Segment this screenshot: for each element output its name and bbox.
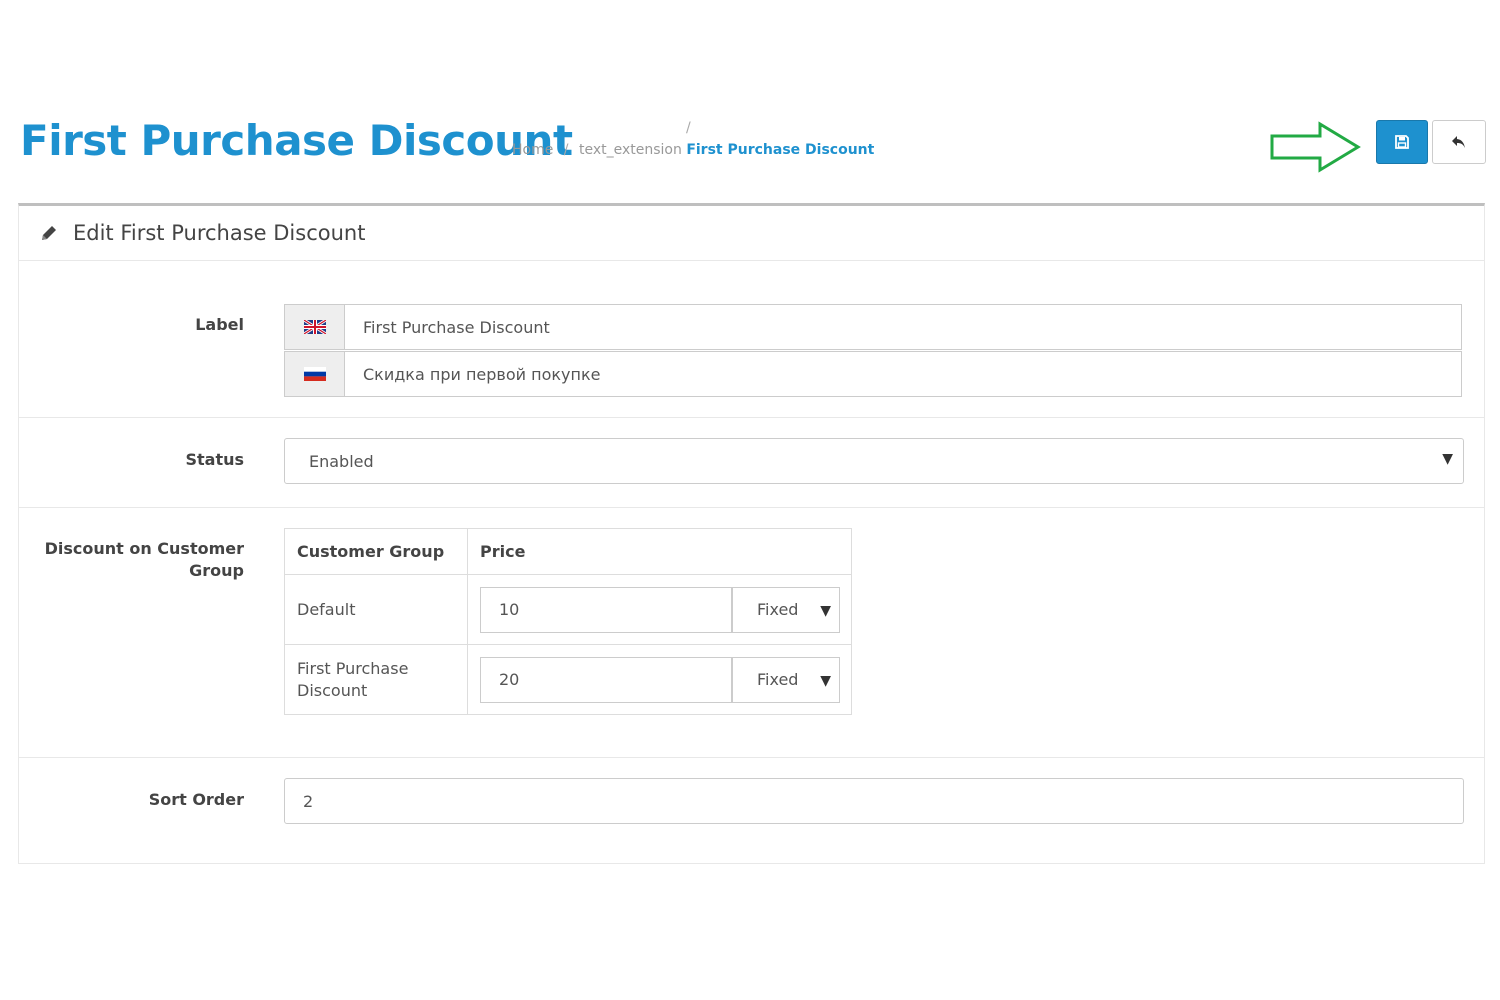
ru-flag-icon [284,351,344,397]
label-input-group-ru: Скидка при первой покупке [284,351,1462,397]
customer-group-name: First Purchase [297,658,409,678]
customer-group-name: Default [297,599,356,619]
discount-field-label: Discount on Customer Group [45,538,244,582]
form-group-discount: Discount on Customer Group Customer Grou… [19,508,1484,758]
form-group-status: Status Enabled ▼ [19,418,1484,508]
back-button[interactable] [1432,120,1486,164]
column-header-customer-group: Customer Group [284,528,468,575]
panel-title: Edit First Purchase Discount [73,221,366,245]
table-row: First Purchase Discount 20 Fixed ▼ [284,644,852,715]
gb-flag-icon [284,304,344,350]
save-button[interactable] [1376,120,1428,164]
breadcrumb-home[interactable]: Home [512,142,553,158]
discount-type-value: Fixed [757,600,799,619]
page-header: First Purchase Discount Home / text_exte… [20,112,1490,173]
reply-icon [1452,136,1465,148]
breadcrumb-separator: / [563,142,569,158]
price-cell: 20 Fixed ▼ [467,644,852,715]
breadcrumb: Home / text_extension / First Purchase D… [512,120,874,158]
discount-label-line1: Discount on Customer [44,539,244,558]
chevron-down-icon: ▼ [816,670,831,692]
page-title: First Purchase Discount [20,116,573,165]
price-cell: 10 Fixed ▼ [467,574,852,645]
discount-type-select[interactable]: Fixed ▼ [732,657,840,703]
discount-type-select[interactable]: Fixed ▼ [732,587,840,633]
breadcrumb-extension[interactable]: text_extension [579,142,682,158]
form-group-sort-order: Sort Order 2 [19,758,1484,864]
table-header-row: Customer Group Price [284,528,852,575]
panel-heading: Edit First Purchase Discount [19,206,1484,261]
sort-order-field-label: Sort Order [148,790,244,809]
sort-order-input[interactable]: 2 [284,778,1464,824]
edit-panel: Edit First Purchase Discount Label First… [18,203,1485,864]
label-field-label: Label [195,315,244,334]
save-icon [1395,135,1409,149]
column-header-price: Price [467,528,852,575]
label-input-ru[interactable]: Скидка при первой покупке [344,351,1462,397]
discount-label-line2: Group [189,561,244,580]
customer-group-name-line2: Discount [297,680,368,700]
annotation-arrow-icon [1270,121,1361,173]
price-input[interactable]: 10 [480,587,732,633]
price-input[interactable]: 20 [480,657,732,703]
label-input-group-en: First Purchase Discount [284,304,1462,350]
status-selected-value: Enabled [309,451,374,471]
discount-table: Customer Group Price Default 10 Fixed ▼ [284,528,852,715]
pencil-icon [42,226,56,240]
chevron-down-icon: ▼ [816,600,831,622]
table-row: Default 10 Fixed ▼ [284,574,852,645]
chevron-down-icon: ▼ [1442,451,1453,467]
form-group-label: Label First Purchase Discount Скидка при… [19,262,1484,418]
status-field-label: Status [185,450,244,469]
customer-group-cell: Default [284,574,468,645]
customer-group-cell: First Purchase Discount [284,644,468,715]
label-input-en[interactable]: First Purchase Discount [344,304,1462,350]
discount-type-value: Fixed [757,670,799,689]
breadcrumb-separator: / [686,120,691,136]
breadcrumb-current[interactable]: First Purchase Discount [686,142,874,158]
status-select[interactable]: Enabled ▼ [284,438,1464,484]
